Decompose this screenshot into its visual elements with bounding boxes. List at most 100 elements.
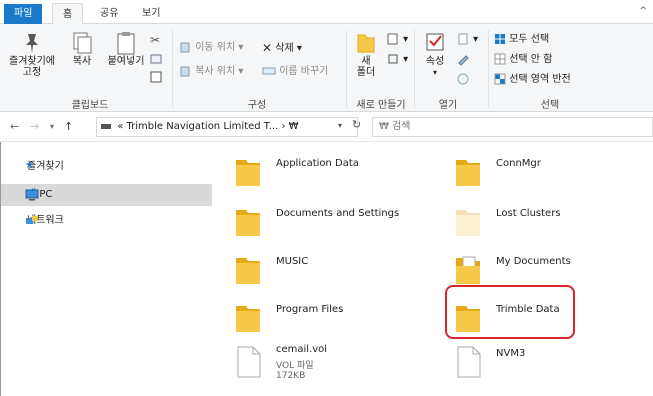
paste-button[interactable]: 붙여넣기: [104, 30, 148, 67]
rename-icon: [262, 67, 276, 75]
hidden-folder-icon: [456, 210, 480, 236]
move-to-label: 이동 위치: [195, 42, 236, 53]
new-item-button[interactable]: ▾: [386, 32, 408, 48]
documents-folder-icon: [456, 256, 480, 284]
address-separator-icon: ›: [281, 121, 289, 132]
item-name: ConnMgr: [496, 158, 541, 169]
open-button[interactable]: ▾: [456, 32, 478, 48]
group-separator: [346, 30, 347, 108]
folder-item[interactable]: Application Data: [212, 148, 422, 196]
properties-dropdown-icon[interactable]: ▾: [420, 67, 450, 78]
move-to-icon: [180, 42, 190, 53]
folder-item[interactable]: ConnMgr: [432, 148, 642, 196]
rename-button[interactable]: 이름 바꾸기: [262, 64, 328, 80]
folder-item[interactable]: Program Files: [212, 294, 422, 342]
copy-button[interactable]: 복사: [64, 30, 100, 67]
file-icon: [237, 346, 261, 378]
select-all-icon: [495, 34, 505, 44]
item-name: Lost Clusters: [496, 208, 561, 219]
tab-view[interactable]: 보기: [132, 3, 170, 24]
select-all-label: 모두 선택: [509, 34, 550, 45]
pin-label-line1: 즐겨찾기에: [9, 56, 55, 67]
move-to-button[interactable]: 이동 위치 ▾: [180, 40, 243, 56]
file-item[interactable]: NVM3: [432, 342, 642, 390]
invert-selection-icon: [494, 73, 506, 85]
clipboard-icon: [117, 32, 135, 55]
file-list: Application Data ConnMgr Documents and S…: [212, 142, 653, 396]
select-all-button[interactable]: 모두 선택: [494, 32, 549, 48]
item-name: NVM3: [496, 348, 526, 359]
edit-icon: [458, 55, 469, 66]
new-folder-icon: [357, 34, 375, 53]
file-item[interactable]: cemail.vol VOL 파일 172KB: [212, 342, 422, 396]
recent-locations-icon[interactable]: ▾: [50, 122, 54, 131]
copy-icon: [73, 32, 92, 54]
new-item-icon: [387, 33, 398, 45]
nav-item-network[interactable]: 네트워크: [7, 210, 211, 232]
copy-to-icon: [180, 66, 190, 77]
folder-icon: [236, 160, 260, 186]
item-name: Documents and Settings: [276, 208, 400, 219]
easy-access-button[interactable]: ▾: [386, 52, 408, 68]
address-path[interactable]: « Trimble Navigation Limited T...: [117, 121, 278, 132]
select-none-icon: [494, 53, 506, 65]
folder-item[interactable]: Documents and Settings: [212, 198, 422, 246]
delete-button[interactable]: ✕ 삭제 ▾: [262, 40, 302, 56]
folder-icon: [236, 258, 260, 284]
paste-label: 붙여넣기: [107, 56, 145, 67]
tab-home[interactable]: 홈: [52, 3, 84, 25]
computer-icon: [25, 189, 39, 201]
clipboard-group-label: 클립보드: [71, 100, 109, 111]
navigation-pane: ★ 즐겨찾기 내 PC 네트워크: [0, 142, 213, 396]
new-folder-button[interactable]: 새 폴더: [352, 30, 380, 78]
folder-item[interactable]: Lost Clusters: [432, 198, 642, 246]
copy-to-button[interactable]: 복사 위치 ▾: [180, 64, 243, 80]
nav-item-favorites[interactable]: ★ 즐겨찾기: [7, 156, 211, 178]
copy-path-button[interactable]: [150, 52, 162, 68]
ribbon-collapse-icon[interactable]: ^: [639, 6, 647, 16]
tab-share[interactable]: 공유: [90, 3, 128, 24]
select-none-button[interactable]: 선택 안 함: [494, 52, 552, 68]
item-type: VOL 파일: [276, 361, 314, 371]
forward-arrow-icon[interactable]: →: [30, 120, 39, 133]
ribbon: 즐겨찾기에 고정 복사 붙여넣기 ✂ 클립보드 이동 위치 ▾ ✕ 삭제 ▾ 복…: [0, 24, 653, 112]
cut-button[interactable]: ✂: [150, 32, 160, 48]
copy-label: 복사: [72, 56, 92, 67]
address-bar-row: ← → ▾ ↑ « Trimble Navigation Limited T..…: [0, 112, 653, 142]
star-icon: ★: [25, 160, 34, 171]
history-button[interactable]: [456, 72, 470, 88]
item-name: My Documents: [496, 256, 571, 267]
address-current[interactable]: ₩: [289, 121, 299, 132]
new-folder-label-line2: 폴더: [356, 67, 376, 78]
properties-button[interactable]: 속성 ▾: [420, 30, 450, 78]
network-icon: [26, 216, 38, 224]
delete-icon: ✕: [262, 41, 273, 55]
copy-to-label: 복사 위치: [195, 66, 236, 77]
address-bar[interactable]: « Trimble Navigation Limited T... › ₩: [96, 117, 358, 137]
select-group-label: 선택: [540, 100, 560, 111]
ribbon-tab-bar: 파일 홈 공유 보기 ^: [0, 0, 653, 25]
delete-label: 삭제: [275, 43, 294, 54]
back-arrow-icon[interactable]: ←: [10, 120, 19, 133]
folder-item[interactable]: MUSIC: [212, 246, 422, 294]
folder-icon: [236, 306, 260, 332]
address-dropdown-icon[interactable]: ▾: [338, 121, 342, 130]
invert-selection-button[interactable]: 선택 영역 반전: [494, 72, 571, 88]
easy-access-icon: [388, 54, 398, 64]
paste-shortcut-icon: [150, 71, 162, 83]
tab-file[interactable]: 파일: [4, 4, 43, 24]
copy-path-icon: [150, 54, 162, 64]
edit-button[interactable]: [456, 52, 470, 68]
nav-item-this-pc[interactable]: 내 PC: [1, 184, 213, 206]
drive-icon: [101, 123, 111, 129]
properties-icon: [426, 33, 444, 51]
item-size: 172KB: [276, 371, 306, 381]
paste-shortcut-button[interactable]: [150, 70, 162, 86]
group-separator: [414, 30, 415, 108]
refresh-icon[interactable]: ↻: [352, 118, 361, 131]
scissors-icon: ✂: [150, 33, 161, 47]
up-arrow-icon[interactable]: ↑: [64, 120, 73, 133]
search-input[interactable]: ₩ 검색: [372, 117, 653, 137]
item-name: MUSIC: [276, 256, 309, 267]
pin-to-quick-access-button[interactable]: 즐겨찾기에 고정: [8, 30, 56, 78]
